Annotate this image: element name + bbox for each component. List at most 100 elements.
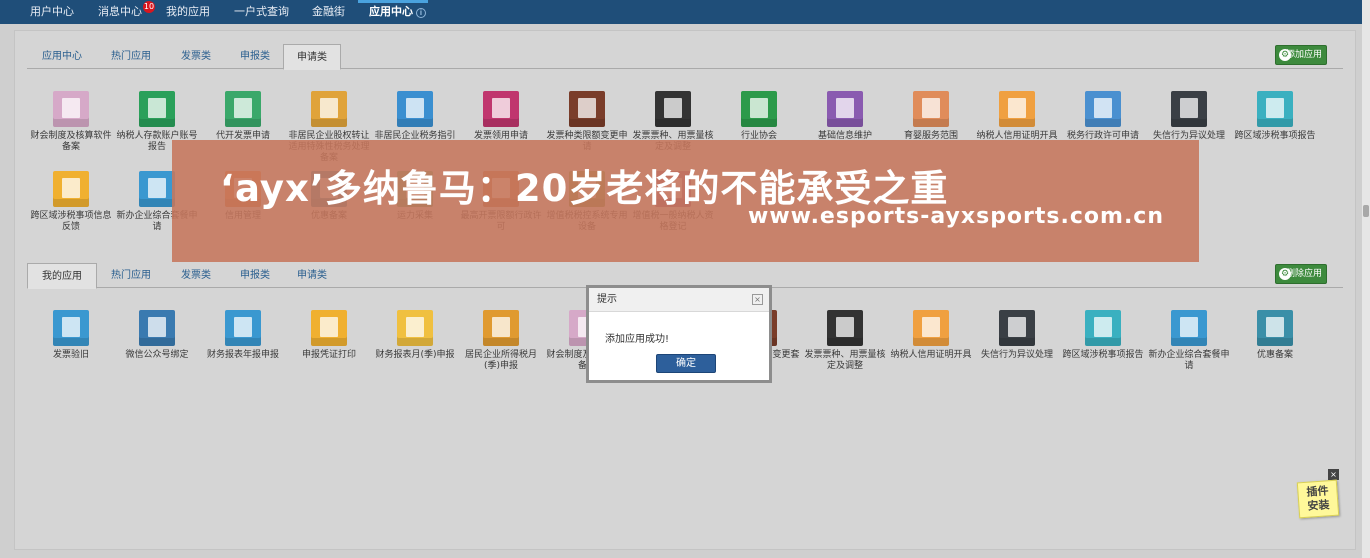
app-icon [483,310,519,346]
app-tile[interactable]: 跨区域涉税事项报告 [1061,310,1145,380]
app-tile[interactable]: 申报凭证打印 [287,310,371,380]
tab-my-apps[interactable]: 我的应用 [27,263,97,289]
app-icon [139,91,175,127]
app-center-tabbar: 应用中心 热门应用 发票类 申报类 申请类 [27,44,1343,70]
add-app-button[interactable]: ⚙ 添加应用 [1275,45,1327,65]
app-icon [397,310,433,346]
tab-declaration[interactable]: 申报类 [227,44,283,69]
app-tile[interactable]: 微信公众号绑定 [115,310,199,380]
gear-icon: ⚙ [1279,268,1291,280]
message-count-badge: 10 [143,1,155,13]
app-label: 跨区域涉税事项报告 [1234,131,1316,141]
app-label: 新办企业综合套餐申请 [1148,350,1230,371]
nav-label: 我的应用 [166,5,210,18]
dialog-message: 添加应用成功! [605,334,670,345]
app-icon [139,171,175,207]
app-icon [827,310,863,346]
page-scrollbar[interactable] [1362,0,1370,558]
tab-declaration[interactable]: 申报类 [227,263,283,288]
add-app-label: 添加应用 [1285,50,1322,60]
app-tile[interactable]: 财会制度及核算软件备案 [29,91,113,161]
app-tile[interactable]: 新办企业综合套餐申请 [1147,310,1231,380]
app-tile[interactable]: 纳税人信用证明开具 [889,310,973,380]
nav-label: 应用中心 [369,5,413,18]
app-icon [999,310,1035,346]
nav-my-apps[interactable]: 我的应用 [166,0,210,24]
app-icon [655,91,691,127]
app-icon [139,310,175,346]
app-icon [1257,310,1293,346]
nav-user-center[interactable]: 用户中心 [30,0,74,24]
promo-banner[interactable]: ‘ayx’多纳鲁马：20岁老将的不能承受之重 www.esports-ayxsp… [172,140,1199,262]
app-tile[interactable]: 发票验旧 [29,310,113,380]
close-icon[interactable]: × [1328,469,1339,480]
app-icon [913,310,949,346]
tab-invoice[interactable]: 发票类 [165,44,227,69]
app-icon [311,91,347,127]
app-tile[interactable]: 财务报表年报申报 [201,310,285,380]
nav-app-center[interactable]: 应用中心 i [369,0,426,24]
app-icon [53,310,89,346]
tab-application[interactable]: 申请类 [283,263,341,288]
gear-icon: ⚙ [1279,49,1291,61]
nav-one-stop-query[interactable]: 一户式查询 [234,0,289,24]
app-icon [1085,310,1121,346]
nav-label: 消息中心 [98,5,142,18]
app-label: 发票票种、用票量核定及调整 [804,350,886,371]
app-label: 财务报表年报申报 [206,350,279,360]
app-tile[interactable]: 失信行为异议处理 [975,310,1059,380]
app-label: 跨区域涉税事项报告 [1062,350,1144,360]
app-label: 优惠备案 [1256,350,1293,360]
app-tile[interactable]: 跨区域涉税事项报告 [1233,91,1317,161]
plugin-install-note[interactable]: 插件 安装 [1296,479,1340,519]
app-icon [827,91,863,127]
app-icon [53,91,89,127]
app-label: 申报凭证打印 [301,350,356,360]
dialog-title: 提示 [589,288,769,312]
remove-app-button[interactable]: ⚙ 删除应用 [1275,264,1327,284]
tab-app-center[interactable]: 应用中心 [27,44,97,69]
tab-hot-apps[interactable]: 热门应用 [97,263,165,288]
app-label: 微信公众号绑定 [125,350,189,360]
app-icon [53,171,89,207]
app-label: 财会制度及核算软件备案 [30,131,112,152]
app-icon [225,91,261,127]
nav-message-center[interactable]: 消息中心 10 [98,0,155,24]
remove-app-label: 删除应用 [1285,269,1322,279]
plugin-label-line2: 安装 [1307,498,1330,513]
tab-application[interactable]: 申请类 [283,44,341,70]
top-navigation-bar: 用户中心 消息中心 10 我的应用 一户式查询 金融街 应用中心 i [0,0,1370,24]
app-label: 财务报表月(季)申报 [375,350,455,360]
app-label: 发票验旧 [52,350,89,360]
scrollbar-thumb[interactable] [1363,205,1369,217]
app-label: 失信行为异议处理 [980,350,1053,360]
app-label: 跨区域涉税事项信息反馈 [30,211,112,232]
app-icon [1085,91,1121,127]
tab-invoice[interactable]: 发票类 [165,263,227,288]
info-icon: i [416,8,426,18]
app-tile[interactable]: 跨区域涉税事项信息反馈 [29,171,113,241]
app-icon [397,91,433,127]
app-label: 纳税人信用证明开具 [890,350,972,360]
app-tile[interactable]: 财务报表月(季)申报 [373,310,457,380]
app-icon [913,91,949,127]
app-tile[interactable]: 优惠备案 [1233,310,1317,380]
app-icon [311,310,347,346]
tab-hot-apps[interactable]: 热门应用 [97,44,165,69]
notice-dialog: 提示 × 添加应用成功! 确定 [586,285,772,383]
app-icon [483,91,519,127]
confirm-button[interactable]: 确定 [656,354,716,373]
nav-finance-street[interactable]: 金融街 [312,0,345,24]
app-tile[interactable]: 发票票种、用票量核定及调整 [803,310,887,380]
app-icon [1257,91,1293,127]
app-icon [741,91,777,127]
nav-label: 金融街 [312,5,345,18]
app-icon [1171,310,1207,346]
close-icon[interactable]: × [752,294,763,305]
nav-label: 用户中心 [30,5,74,18]
app-tile[interactable]: 居民企业所得税月(季)申报 [459,310,543,380]
app-icon [225,310,261,346]
banner-url: www.esports-ayxsports.com.cn [748,204,1165,229]
app-icon [1171,91,1207,127]
app-label: 居民企业所得税月(季)申报 [464,350,537,371]
